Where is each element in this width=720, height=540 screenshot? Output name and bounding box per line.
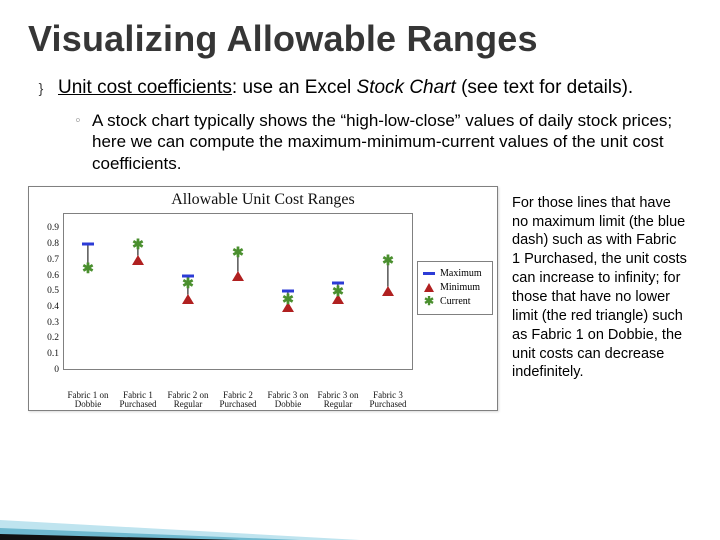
legend-label: Current xyxy=(440,296,471,307)
legend-item-current: ✱ Current xyxy=(422,296,488,308)
asterisk-icon: ✱ xyxy=(422,296,436,308)
bullet-rest-1: : use an Excel xyxy=(232,77,357,98)
slide-title: Visualizing Allowable Ranges xyxy=(28,18,692,60)
bullet-underlined: Unit cost coefficients xyxy=(58,77,232,98)
bullet-glyph: } xyxy=(34,76,48,100)
chart-container: Allowable Unit Cost Ranges 00.10.20.30.4… xyxy=(28,186,498,411)
x-tick-label: Fabric 2 on Regular xyxy=(163,391,213,410)
y-tick-label: 0.2 xyxy=(31,333,59,343)
slide: Visualizing Allowable Ranges } Unit cost… xyxy=(0,0,720,540)
triangle-icon xyxy=(422,282,436,294)
chart-title: Allowable Unit Cost Ranges xyxy=(29,187,497,209)
bullet-item: } Unit cost coefficients: use an Excel S… xyxy=(34,76,692,100)
y-tick-label: 0.3 xyxy=(31,318,59,328)
x-tick-label: Fabric 1 Purchased xyxy=(113,391,163,410)
bullet-rest-2: (see text for details). xyxy=(456,77,633,98)
x-axis-labels: Fabric 1 on DobbieFabric 1 PurchasedFabr… xyxy=(63,391,413,410)
bullet-italic: Stock Chart xyxy=(357,77,456,98)
x-tick-label: Fabric 1 on Dobbie xyxy=(63,391,113,410)
legend-item-minimum: Minimum xyxy=(422,282,488,294)
y-tick-label: 0.7 xyxy=(31,255,59,265)
chart-legend: Maximum Minimum ✱ Current xyxy=(417,261,493,315)
subbullet-glyph: ◦ xyxy=(72,110,84,132)
y-tick-label: 0.1 xyxy=(31,349,59,359)
legend-label: Minimum xyxy=(440,282,480,293)
x-tick-label: Fabric 3 on Dobbie xyxy=(263,391,313,410)
y-tick-label: 0.5 xyxy=(31,286,59,296)
side-note: For those lines that have no maximum lim… xyxy=(512,186,692,382)
subbullet-item: ◦ A stock chart typically shows the “hig… xyxy=(72,110,692,174)
y-tick-label: 0.8 xyxy=(31,239,59,249)
decorative-wedge xyxy=(0,470,360,540)
bullet-text: Unit cost coefficients: use an Excel Sto… xyxy=(58,76,633,100)
y-axis-ticks: 00.10.20.30.40.50.60.70.80.9 xyxy=(33,213,61,370)
dash-icon xyxy=(422,268,436,280)
y-tick-label: 0.4 xyxy=(31,302,59,312)
content-row: Allowable Unit Cost Ranges 00.10.20.30.4… xyxy=(28,186,692,411)
chart-body: 00.10.20.30.40.50.60.70.80.9 Fabric 1 on… xyxy=(63,213,413,370)
subbullet-text: A stock chart typically shows the “high-… xyxy=(92,110,692,174)
x-tick-label: Fabric 2 Purchased xyxy=(213,391,263,410)
legend-item-maximum: Maximum xyxy=(422,268,488,280)
y-tick-label: 0.6 xyxy=(31,271,59,281)
y-tick-label: 0.9 xyxy=(31,223,59,233)
y-tick-label: 0 xyxy=(31,365,59,375)
legend-label: Maximum xyxy=(440,268,482,279)
series-host: ✱✱✱✱✱✱✱ xyxy=(63,213,413,370)
maximum-marker xyxy=(82,243,94,246)
x-tick-label: Fabric 3 on Regular xyxy=(313,391,363,410)
x-tick-label: Fabric 3 Purchased xyxy=(363,391,413,410)
